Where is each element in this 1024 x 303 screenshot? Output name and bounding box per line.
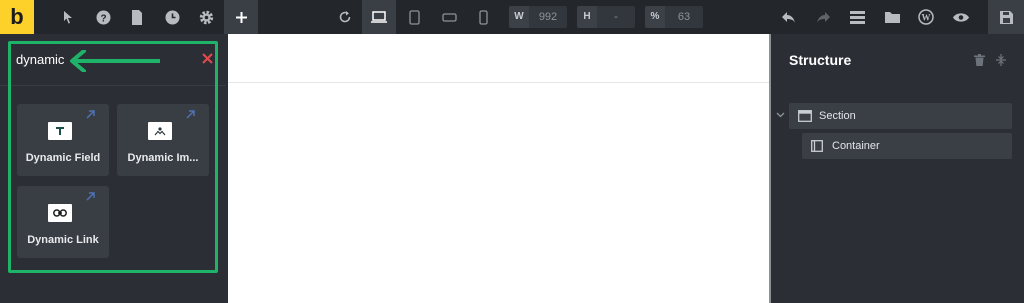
element-label: Dynamic Field — [25, 152, 101, 164]
trash-icon[interactable] — [974, 54, 985, 66]
tablet-portrait-icon[interactable] — [397, 0, 431, 34]
preview-icon[interactable] — [944, 0, 978, 34]
zoom-label: % — [645, 6, 665, 28]
structure-item-container[interactable]: Container — [802, 133, 1012, 159]
templates-icon[interactable] — [840, 0, 874, 34]
top-toolbar: b ? W 992 H - % 63 W — [0, 0, 1024, 34]
section-divider — [228, 82, 770, 83]
desktop-icon[interactable] — [362, 0, 396, 34]
undo-preview-icon[interactable] — [328, 0, 362, 34]
zoom-field[interactable]: % 63 — [645, 6, 703, 28]
text-field-icon — [48, 122, 72, 140]
width-value: 992 — [538, 11, 558, 23]
history-icon[interactable] — [155, 0, 189, 34]
element-label: Dynamic Im... — [127, 152, 199, 164]
elements-panel: dynamic Dynamic Field Dynamic Im... Dyna… — [0, 34, 226, 303]
collapse-all-icon[interactable] — [996, 54, 1006, 66]
link-icon — [48, 204, 72, 222]
save-icon[interactable] — [988, 0, 1024, 34]
redo-icon[interactable] — [806, 0, 840, 34]
structure-item-label: Section — [819, 110, 856, 122]
folder-icon[interactable] — [875, 0, 909, 34]
pages-icon[interactable] — [120, 0, 154, 34]
zoom-value: 63 — [677, 11, 691, 23]
structure-item-label: Container — [832, 140, 880, 152]
svg-text:W: W — [922, 13, 931, 23]
image-icon — [148, 122, 172, 140]
element-label: Dynamic Link — [27, 234, 99, 246]
width-field[interactable]: W 992 — [509, 6, 567, 28]
help-icon[interactable]: ? — [86, 0, 120, 34]
arrow-annotation-icon — [70, 50, 160, 72]
structure-panel: Structure Section Container — [771, 34, 1024, 303]
section-icon — [798, 110, 812, 122]
chevron-down-icon[interactable] — [776, 112, 785, 118]
height-label: H — [577, 6, 597, 28]
height-field[interactable]: H - — [577, 6, 635, 28]
wordpress-icon[interactable]: W — [909, 0, 943, 34]
builder-canvas[interactable] — [228, 34, 770, 303]
element-card-dynamic-field[interactable]: Dynamic Field — [17, 104, 109, 176]
pointer-icon[interactable] — [51, 0, 85, 34]
container-icon — [811, 140, 823, 152]
dynamic-indicator-icon — [86, 110, 95, 119]
height-value: - — [614, 11, 618, 23]
undo-icon[interactable] — [771, 0, 805, 34]
svg-text:?: ? — [100, 13, 106, 24]
structure-item-section[interactable]: Section — [789, 103, 1012, 129]
mobile-icon[interactable] — [466, 0, 500, 34]
dynamic-indicator-icon — [186, 110, 195, 119]
width-label: W — [509, 6, 529, 28]
structure-title: Structure — [789, 52, 852, 68]
settings-icon[interactable] — [189, 0, 223, 34]
tablet-landscape-icon[interactable] — [432, 0, 466, 34]
add-icon[interactable] — [224, 0, 258, 34]
app-logo[interactable]: b — [0, 0, 34, 34]
element-card-dynamic-image[interactable]: Dynamic Im... — [117, 104, 209, 176]
dynamic-indicator-icon — [86, 192, 95, 201]
element-card-dynamic-link[interactable]: Dynamic Link — [17, 186, 109, 258]
